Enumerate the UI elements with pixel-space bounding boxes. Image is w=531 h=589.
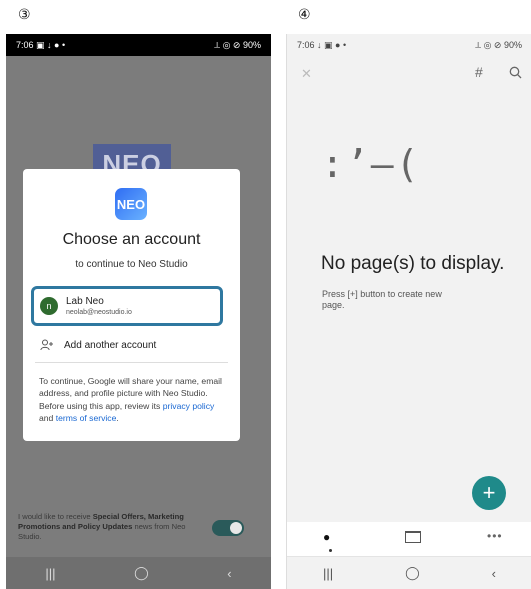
account-item-lab-neo[interactable]: n Lab Neo neolab@neostudio.io (31, 286, 223, 326)
status-right-icons: ⟂ ◎ ⊘ (475, 39, 502, 50)
consent-disclaimer: To continue, Google will share your name… (39, 375, 228, 425)
person-add-icon (40, 339, 54, 351)
home-button[interactable]: ◯ (134, 565, 149, 581)
account-email: neolab@neostudio.io (66, 309, 132, 316)
dialog-subtitle: to continue to Neo Studio (75, 259, 188, 270)
phone-account-chooser: 7:06 ▣ ↓ ● • ⟂ ◎ ⊘ 90% NEO NEO Choose an… (6, 34, 271, 589)
dialog-title: Choose an account (62, 231, 201, 248)
search-icon[interactable] (509, 66, 522, 82)
status-bar: 7:06 ↓ ▣ ● • ⟂ ◎ ⊘ 90% (287, 34, 531, 56)
disclaimer-period: . (116, 413, 119, 424)
bottom-tab-bar: ● ••• (287, 522, 531, 556)
recents-button[interactable]: ||| (45, 566, 55, 581)
back-button[interactable]: ‹ (227, 566, 231, 581)
account-chooser-dialog: NEO Choose an account to continue to Neo… (23, 169, 240, 441)
sad-emoticon: :’–( (321, 142, 421, 186)
add-another-account-button[interactable]: Add another account (40, 339, 156, 351)
account-name: Lab Neo (66, 296, 104, 307)
system-nav-bar: ||| ◯ ‹ (287, 556, 531, 589)
status-bar: 7:06 ▣ ↓ ● • ⟂ ◎ ⊘ 90% (6, 34, 271, 56)
notebooks-tab-icon[interactable] (405, 531, 421, 543)
disclaimer-and: and (39, 413, 56, 424)
step-label-3: ③ (18, 6, 31, 22)
avatar: n (40, 297, 58, 315)
recents-button[interactable]: ||| (323, 566, 333, 581)
recent-tab-clock-icon[interactable]: ● (323, 530, 330, 544)
home-button[interactable]: ◯ (405, 565, 420, 581)
hashtag-icon[interactable]: # (475, 64, 483, 80)
status-right-icons: ⟂ ◎ ⊘ (214, 39, 241, 50)
status-left-icons: ▣ ↓ ● • (36, 39, 66, 50)
top-toolbar: ✕ # (287, 62, 531, 86)
neo-app-icon: NEO (115, 188, 147, 220)
terms-of-service-link[interactable]: terms of service (56, 413, 117, 423)
battery-level: 90% (242, 39, 261, 50)
back-button[interactable]: ‹ (492, 566, 496, 581)
battery-level: 90% (503, 39, 522, 50)
pen-disconnected-icon[interactable]: ✕ (301, 66, 312, 82)
phone-empty-pages: 7:06 ↓ ▣ ● • ⟂ ◎ ⊘ 90% ✕ # :’–( No page(… (286, 34, 531, 589)
active-tab-indicator (329, 549, 332, 552)
promo-pre: I would like to receive (18, 512, 93, 521)
more-tab-icon[interactable]: ••• (487, 529, 503, 543)
status-left-icons: ↓ ▣ ● • (317, 39, 347, 50)
status-time: 7:06 (297, 39, 315, 50)
status-time: 7:06 (16, 39, 34, 50)
step-label-4: ④ (298, 6, 311, 22)
system-nav-bar: ||| ◯ ‹ (6, 557, 271, 589)
add-page-button[interactable]: + (472, 476, 506, 510)
privacy-policy-link[interactable]: privacy policy (163, 401, 215, 411)
empty-state-title: No page(s) to display. (321, 253, 505, 274)
empty-state-hint: Press [+] button to create new page. (322, 289, 442, 310)
marketing-consent-text: I would like to receive Special Offers, … (18, 512, 188, 542)
divider (35, 362, 228, 363)
add-account-label: Add another account (64, 339, 157, 351)
marketing-consent-toggle[interactable] (212, 520, 244, 536)
